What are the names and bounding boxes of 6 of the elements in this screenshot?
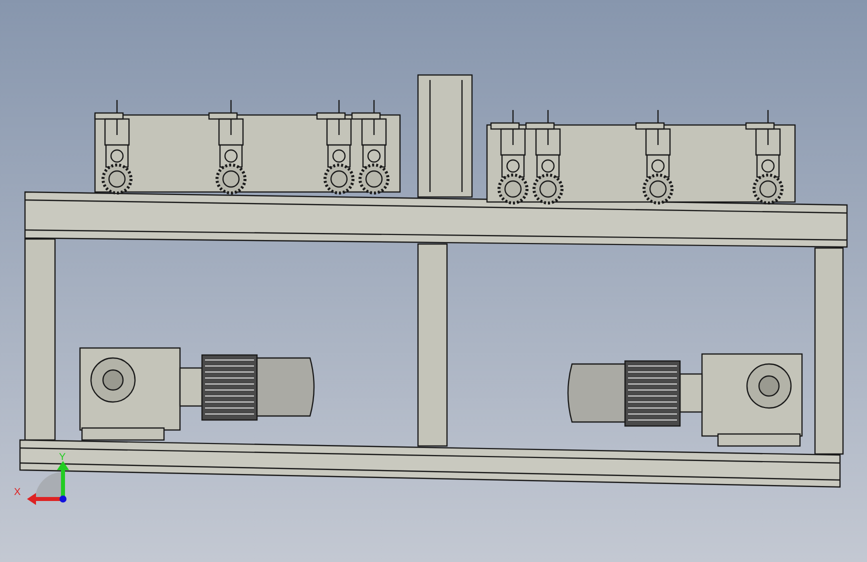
z-axis-dot-icon <box>60 496 66 502</box>
triad-arc-icon <box>35 472 63 500</box>
x-axis-label: X <box>14 487 21 498</box>
y-axis-arrow-icon <box>57 461 69 497</box>
x-axis-arrow-icon <box>27 493 62 505</box>
y-axis-label: Y <box>59 452 66 463</box>
